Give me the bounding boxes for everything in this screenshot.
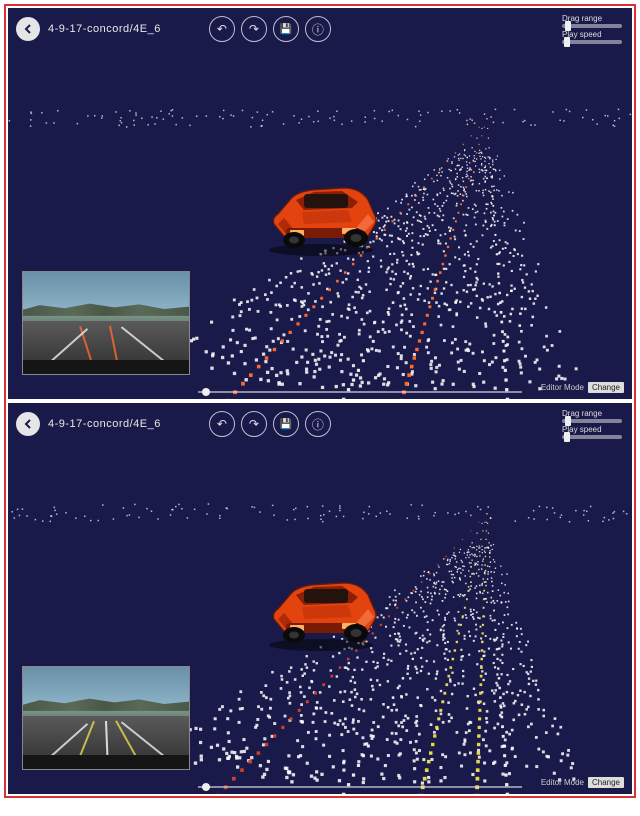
info-icon: ⓘ — [312, 416, 324, 433]
slider-controls: Drag range Play speed — [562, 409, 622, 439]
mode-label: Editor Mode — [541, 778, 584, 787]
slider-label: Play speed — [562, 425, 622, 434]
timeline-scrubber[interactable] — [198, 786, 522, 788]
redo-button[interactable]: ↷ — [241, 16, 267, 42]
info-button[interactable]: ⓘ — [305, 16, 331, 42]
redo-icon: ↷ — [249, 417, 259, 431]
save-icon: 💾 — [280, 24, 292, 35]
undo-button[interactable]: ↶ — [209, 16, 235, 42]
save-icon: 💾 — [280, 419, 292, 430]
slider-label: Drag range — [562, 14, 622, 23]
mode-change-button[interactable]: Change — [588, 382, 624, 393]
save-button[interactable]: 💾 — [273, 411, 299, 437]
back-button[interactable] — [16, 17, 40, 41]
slider-thumb[interactable] — [564, 432, 570, 442]
top-bar: 4-9-17-concord/4E_6 ↶ ↷ 💾 ⓘ — [16, 411, 331, 437]
ego-vehicle-model — [256, 178, 386, 256]
scene-title: 4-9-17-concord/4E_6 — [48, 23, 161, 35]
toolbar: ↶ ↷ 💾 ⓘ — [209, 411, 331, 437]
editor-mode-control: Editor Mode Change — [541, 382, 624, 393]
back-button[interactable] — [16, 412, 40, 436]
mode-label: Editor Mode — [541, 383, 584, 392]
mode-change-button[interactable]: Change — [588, 777, 624, 788]
slider-controls: Drag range Play speed — [562, 14, 622, 44]
viewer-panel-1: 4-9-17-concord/4E_6 ↶ ↷ 💾 ⓘ Drag range Play sp… — [8, 403, 632, 794]
slider-label: Play speed — [562, 30, 622, 39]
slider-label: Drag range — [562, 409, 622, 418]
play-speed-slider[interactable] — [562, 435, 622, 439]
undo-icon: ↶ — [217, 22, 227, 36]
info-button[interactable]: ⓘ — [305, 411, 331, 437]
viewer-panel-0: 4-9-17-concord/4E_6 ↶ ↷ 💾 ⓘ Drag range Play sp… — [8, 8, 632, 399]
ego-vehicle-model — [256, 573, 386, 651]
save-button[interactable]: 💾 — [273, 16, 299, 42]
slider-thumb[interactable] — [565, 21, 571, 31]
redo-button[interactable]: ↷ — [241, 411, 267, 437]
top-bar: 4-9-17-concord/4E_6 ↶ ↷ 💾 ⓘ — [16, 16, 331, 42]
timeline-thumb[interactable] — [202, 783, 210, 791]
slider-thumb[interactable] — [564, 37, 570, 47]
toolbar: ↶ ↷ 💾 ⓘ — [209, 16, 331, 42]
redo-icon: ↷ — [249, 22, 259, 36]
editor-mode-control: Editor Mode Change — [541, 777, 624, 788]
timeline-thumb[interactable] — [202, 388, 210, 396]
camera-inset[interactable] — [22, 666, 190, 770]
play-speed-slider[interactable] — [562, 40, 622, 44]
undo-icon: ↶ — [217, 417, 227, 431]
undo-button[interactable]: ↶ — [209, 411, 235, 437]
slider-thumb[interactable] — [565, 416, 571, 426]
info-icon: ⓘ — [312, 21, 324, 38]
timeline-scrubber[interactable] — [198, 391, 522, 393]
drag-range-slider[interactable] — [562, 419, 622, 423]
scene-title: 4-9-17-concord/4E_6 — [48, 418, 161, 430]
drag-range-slider[interactable] — [562, 24, 622, 28]
camera-inset[interactable] — [22, 271, 190, 375]
